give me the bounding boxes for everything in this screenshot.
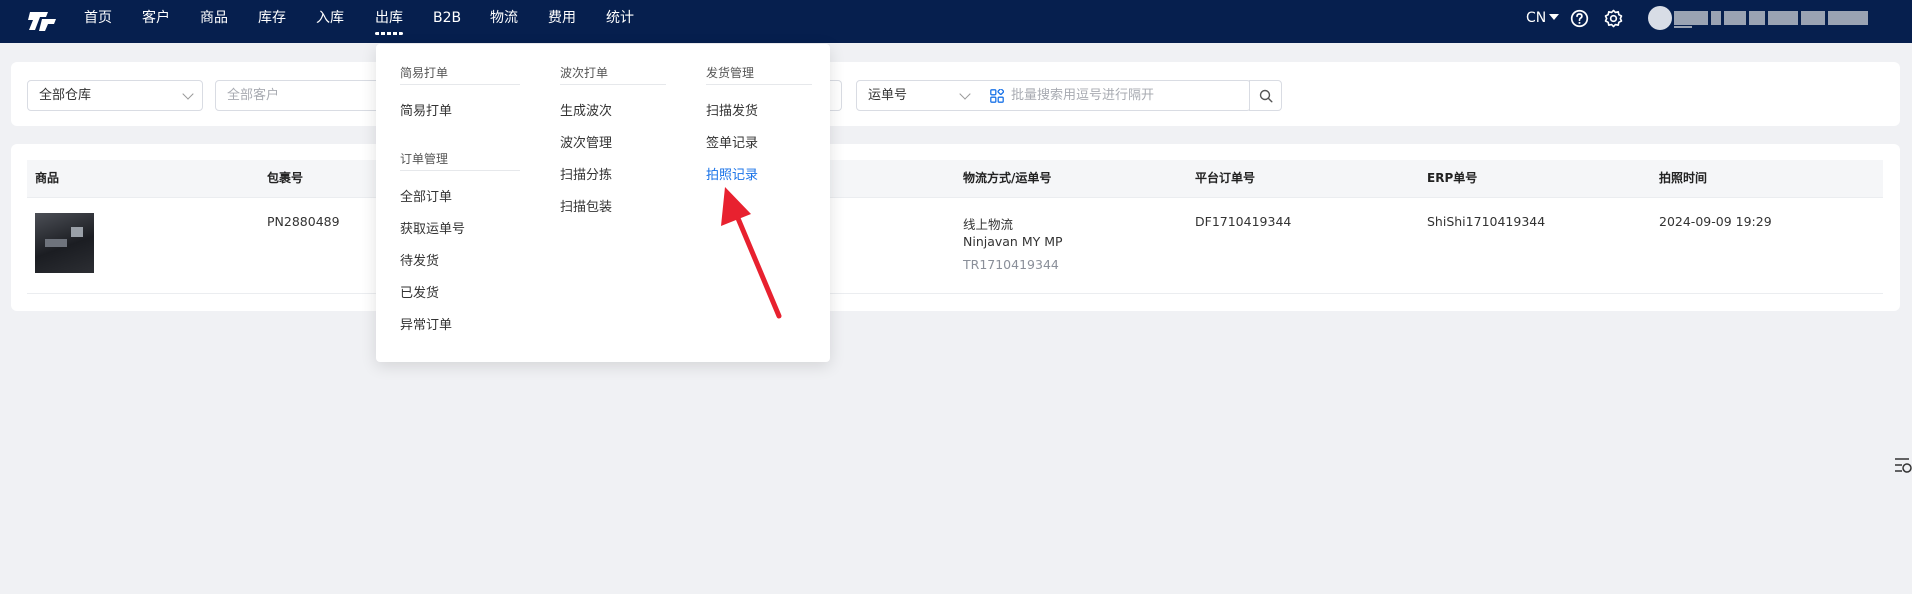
nav-item-statistics[interactable]: 统计 xyxy=(606,0,634,43)
group-title-simple-print: 简易打单 xyxy=(400,66,449,80)
outbound-dropdown-menu: 简易打单 简易打单 订单管理 全部订单 获取运单号 待发货 已发货 异常订单 波… xyxy=(376,44,830,362)
chevron-down-icon xyxy=(182,88,194,100)
cell-platform-order: DF1710419344 xyxy=(1195,214,1292,229)
menu-item-exception-orders[interactable]: 异常订单 xyxy=(400,314,452,333)
top-navbar: 首页 客户 商品 库存 入库 出库 B2B 物流 费用 统计 CN ████ █… xyxy=(0,0,1912,43)
menu-item-scan-shipping[interactable]: 扫描发货 xyxy=(706,100,758,119)
nav-item-customers[interactable]: 客户 xyxy=(142,0,170,43)
customer-select-placeholder: 全部客户 xyxy=(227,88,280,103)
menu-item-generate-wave[interactable]: 生成波次 xyxy=(560,100,612,119)
menu-item-simple-print[interactable]: 简易打单 xyxy=(400,100,452,119)
warehouse-select[interactable]: 全部仓库 xyxy=(27,80,203,111)
menu-item-wave-management[interactable]: 波次管理 xyxy=(560,132,612,151)
cell-tracking-no[interactable]: TR1710419344 xyxy=(963,257,1059,272)
column-header-erp-no: ERP单号 xyxy=(1427,171,1478,185)
brand-logo-icon[interactable] xyxy=(26,8,58,34)
search-icon xyxy=(1259,89,1273,103)
menu-item-scan-sorting[interactable]: 扫描分拣 xyxy=(560,164,612,183)
menu-item-shipped[interactable]: 已发货 xyxy=(400,282,439,301)
cell-package-no: PN2880489 xyxy=(267,214,340,229)
search-type-value: 运单号 xyxy=(868,88,908,103)
cell-logistics-type: 线上物流 xyxy=(963,217,1014,232)
cell-erp-no: ShiShi1710419344 xyxy=(1427,214,1546,229)
menu-item-all-orders[interactable]: 全部订单 xyxy=(400,186,452,205)
search-button[interactable] xyxy=(1249,80,1282,111)
caret-down-icon xyxy=(1549,14,1560,20)
menu-item-photo-records[interactable]: 拍照记录 xyxy=(706,164,758,183)
nav-item-outbound[interactable]: 出库 xyxy=(375,0,403,43)
language-switcher[interactable]: CN xyxy=(1526,0,1560,37)
nav-item-logistics[interactable]: 物流 xyxy=(490,0,518,43)
nav-item-inventory[interactable]: 库存 xyxy=(258,0,286,43)
group-divider xyxy=(706,84,812,85)
column-header-product: 商品 xyxy=(35,171,60,185)
chevron-down-icon xyxy=(959,88,971,100)
help-icon[interactable] xyxy=(1570,9,1589,28)
filter-list-icon[interactable] xyxy=(1893,455,1912,475)
warehouse-select-value: 全部仓库 xyxy=(39,88,92,103)
column-header-platform-order: 平台订单号 xyxy=(1195,171,1256,185)
user-name-masked[interactable]: ████ ███ ████████████ xyxy=(1674,10,1890,28)
product-thumbnail[interactable] xyxy=(35,213,94,273)
row-divider xyxy=(27,293,1883,294)
batch-search-input[interactable]: 批量搜索用逗号进行隔开 xyxy=(979,80,1251,111)
menu-item-scan-packing[interactable]: 扫描包装 xyxy=(560,196,612,215)
nav-item-products[interactable]: 商品 xyxy=(200,0,228,43)
group-divider xyxy=(400,170,520,171)
group-title-shipping-management: 发货管理 xyxy=(706,66,755,80)
cell-photo-time: 2024-09-09 19:29 xyxy=(1659,214,1772,229)
menu-item-pending-shipment[interactable]: 待发货 xyxy=(400,250,439,269)
search-type-select[interactable]: 运单号 xyxy=(856,80,980,111)
table-header xyxy=(27,160,1883,198)
gear-icon[interactable] xyxy=(1604,9,1623,28)
column-header-photo-time: 拍照时间 xyxy=(1659,171,1708,185)
column-header-logistics: 物流方式/运单号 xyxy=(963,171,1052,185)
menu-item-get-tracking-no[interactable]: 获取运单号 xyxy=(400,218,465,237)
nav-item-inbound[interactable]: 入库 xyxy=(316,0,344,43)
avatar[interactable] xyxy=(1648,6,1672,30)
group-title-wave-print: 波次打单 xyxy=(560,66,609,80)
group-divider xyxy=(560,84,666,85)
nav-item-b2b[interactable]: B2B xyxy=(433,0,461,43)
batch-grid-icon[interactable] xyxy=(990,89,1004,103)
nav-item-fees[interactable]: 费用 xyxy=(548,0,576,43)
batch-search-placeholder: 批量搜索用逗号进行隔开 xyxy=(1011,88,1155,103)
language-label: CN xyxy=(1526,10,1547,26)
customer-select[interactable]: 全部客户 xyxy=(215,80,380,111)
column-header-package-no: 包裹号 xyxy=(267,171,304,185)
group-title-order-management: 订单管理 xyxy=(400,152,449,166)
cell-carrier: Ninjavan MY MP xyxy=(963,234,1063,249)
group-divider xyxy=(400,84,520,85)
nav-item-home[interactable]: 首页 xyxy=(84,0,112,43)
menu-item-sign-records[interactable]: 签单记录 xyxy=(706,132,758,151)
